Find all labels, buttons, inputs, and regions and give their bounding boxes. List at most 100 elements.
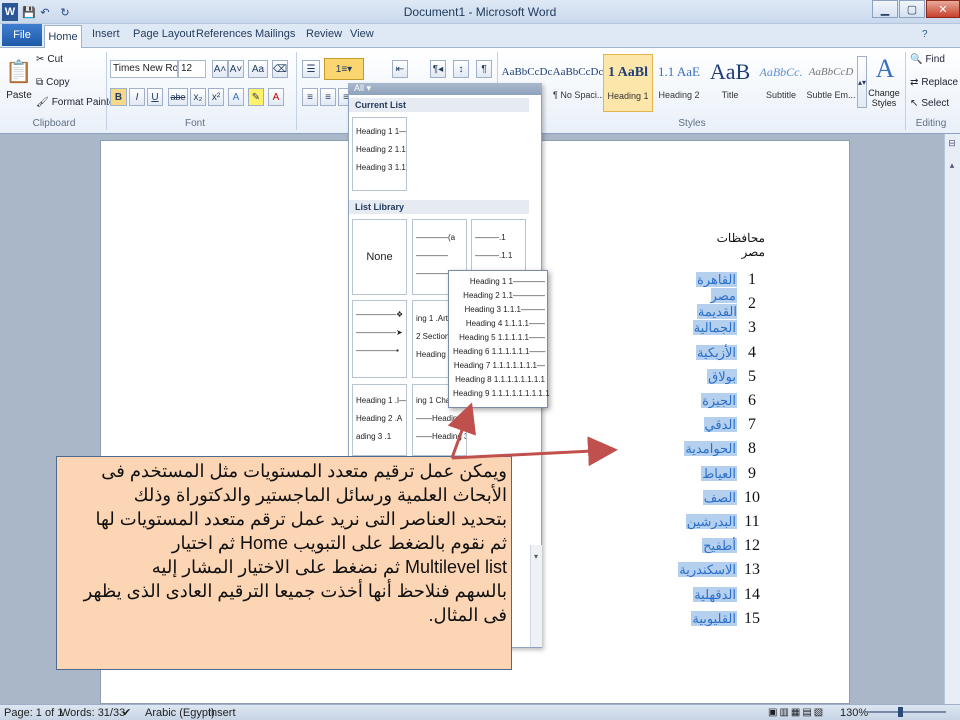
style-subtle-emphasis[interactable]: AaBbCcD Subtle Em... bbox=[806, 54, 856, 112]
replace-button[interactable]: ⇄ Replace bbox=[910, 77, 958, 88]
strikethrough-button[interactable]: abe bbox=[168, 88, 188, 106]
tab-mailings[interactable]: Mailings bbox=[255, 28, 295, 44]
selected-text: الحوامدية bbox=[684, 441, 737, 457]
align-center-icon[interactable]: ≡ bbox=[320, 88, 336, 106]
zoom-slider[interactable] bbox=[866, 711, 946, 713]
style-heading-2[interactable]: 1.1 AaE Heading 2 bbox=[654, 54, 704, 112]
list-library-item[interactable]: Heading 1 .I— Heading 2 .A ading 3 .1 bbox=[352, 384, 407, 456]
callout-line: Multilevel list ثم نضغط على الاختيار الم… bbox=[151, 557, 507, 577]
tab-view[interactable]: View bbox=[350, 28, 374, 44]
font-name-combo[interactable]: Times New Rom bbox=[110, 60, 178, 78]
text-effects-icon[interactable]: A bbox=[228, 88, 244, 106]
list-number: 2 bbox=[748, 295, 756, 313]
cut-button[interactable]: ✂ Cut bbox=[36, 54, 63, 65]
decrease-indent-icon[interactable]: ⇤ bbox=[392, 60, 408, 78]
change-styles-icon[interactable]: A bbox=[870, 54, 900, 84]
thumb-line: ——— .1 bbox=[475, 232, 506, 242]
tab-review[interactable]: Review bbox=[306, 28, 342, 44]
callout-line: بتحديد العناصر التى نريد عمل ترقم متعدد … bbox=[95, 509, 507, 529]
tab-page-layout[interactable]: Page Layout bbox=[133, 28, 195, 44]
subscript-button[interactable]: x₂ bbox=[190, 88, 206, 106]
list-item[interactable]: الجيزة 6 bbox=[667, 389, 777, 413]
copy-button[interactable]: ⧉ Copy bbox=[36, 77, 70, 88]
change-styles-label[interactable]: Change Styles bbox=[866, 88, 902, 108]
list-item[interactable]: الاسكندرية 13 bbox=[667, 558, 777, 582]
selected-text: الدقهلية bbox=[693, 586, 737, 602]
find-button[interactable]: 🔍 Find bbox=[910, 54, 945, 65]
thumb-line: ——— .1.1 bbox=[475, 250, 513, 260]
numbering-icon[interactable]: 1≡▾ bbox=[324, 58, 364, 80]
list-item[interactable]: أطفيح 12 bbox=[667, 534, 777, 558]
list-item[interactable]: الحوامدية 8 bbox=[667, 437, 777, 461]
superscript-button[interactable]: x² bbox=[208, 88, 224, 106]
tab-insert[interactable]: Insert bbox=[92, 28, 120, 44]
style-heading-1[interactable]: 1 AaBl Heading 1 bbox=[603, 54, 653, 112]
clear-formatting-icon[interactable]: ⌫ bbox=[272, 60, 288, 78]
scroll-up-icon[interactable]: ▴ bbox=[946, 160, 958, 172]
insert-mode[interactable]: Insert bbox=[208, 706, 236, 719]
font-size-combo[interactable]: 12 bbox=[178, 60, 206, 78]
list-item[interactable]: مصر القديمة 2 bbox=[667, 288, 777, 320]
list-item[interactable]: البدرشين 11 bbox=[667, 510, 777, 534]
file-tab[interactable]: File bbox=[2, 24, 42, 46]
list-item[interactable]: الدقهلية 14 bbox=[667, 582, 777, 606]
rtl-direction-icon[interactable]: ¶◂ bbox=[430, 60, 446, 78]
selected-text: القاهرة bbox=[696, 272, 737, 288]
change-case-button[interactable]: Aa bbox=[248, 60, 268, 78]
style-name: ¶ No Spaci... bbox=[553, 90, 603, 100]
copy-icon: ⧉ bbox=[36, 77, 44, 88]
list-item[interactable]: الدقي 7 bbox=[667, 413, 777, 437]
list-number: 9 bbox=[748, 464, 756, 482]
list-item[interactable]: العياط 9 bbox=[667, 462, 777, 486]
list-library-item[interactable]: —————❖ —————➤ —————▪ bbox=[352, 300, 407, 378]
current-list-item[interactable]: Heading 1 1— Heading 2 1.1 Heading 3 1.1… bbox=[352, 117, 407, 191]
list-item[interactable]: الصف 10 bbox=[667, 486, 777, 510]
maximize-button[interactable]: ▢ bbox=[899, 0, 925, 18]
close-button[interactable]: ✕ bbox=[926, 0, 960, 18]
highlight-icon[interactable]: ✎ bbox=[248, 88, 264, 106]
list-item[interactable]: بولاق 5 bbox=[667, 365, 777, 389]
ruler-toggle-icon[interactable]: ⊟ bbox=[946, 138, 958, 150]
underline-button[interactable]: U bbox=[147, 88, 163, 106]
numbered-list[interactable]: القاهرة 1 مصر القديمة 2 الجمالية 3 الأزبكية 4 بو… bbox=[667, 268, 777, 631]
style-no-spacing[interactable]: AaBbCcDc ¶ No Spaci... bbox=[553, 54, 603, 112]
sort-icon[interactable]: ↕ bbox=[453, 60, 469, 78]
selected-text: بولاق bbox=[707, 368, 737, 384]
list-item[interactable]: الأزبكية 4 bbox=[667, 341, 777, 365]
style-name: Heading 1 bbox=[607, 91, 649, 101]
shrink-font-button[interactable]: A˅ bbox=[228, 60, 244, 78]
menu-scroll-down-icon[interactable]: ▾ bbox=[530, 552, 542, 562]
italic-button[interactable]: I bbox=[129, 88, 145, 106]
bold-button[interactable]: B bbox=[110, 88, 127, 106]
window-title: Document1 - Microsoft Word bbox=[403, 5, 557, 19]
page-count[interactable]: Page: 1 of 1 bbox=[4, 706, 63, 719]
minimize-button[interactable]: ▁ bbox=[872, 0, 898, 18]
grow-font-button[interactable]: A˄ bbox=[212, 60, 228, 78]
select-button[interactable]: ↖ Select bbox=[910, 98, 949, 109]
view-buttons-icon[interactable]: ▣▥▦▤▧ bbox=[768, 706, 825, 719]
zoom-level[interactable]: 130% bbox=[840, 706, 868, 719]
clipboard-icon[interactable]: 📋 bbox=[5, 52, 32, 92]
tab-references[interactable]: References bbox=[196, 28, 252, 44]
word-count[interactable]: Words: 31/33 bbox=[60, 706, 125, 719]
list-item[interactable]: الجمالية 3 bbox=[667, 316, 777, 340]
paste-button[interactable]: Paste bbox=[6, 90, 32, 101]
help-icon[interactable]: ? bbox=[922, 29, 928, 40]
list-item[interactable]: القليوبية 15 bbox=[667, 607, 777, 631]
thumb-line: —— Heading 3 bbox=[416, 431, 467, 441]
list-library-none[interactable]: None bbox=[352, 219, 407, 295]
bullets-icon[interactable]: ☰ bbox=[302, 60, 320, 78]
vertical-scrollbar[interactable] bbox=[944, 134, 960, 704]
show-formatting-icon[interactable]: ¶ bbox=[476, 60, 492, 78]
replace-icon: ⇄ bbox=[910, 77, 919, 88]
style-title[interactable]: AaB Title bbox=[705, 54, 755, 112]
align-left-icon[interactable]: ≡ bbox=[302, 88, 318, 106]
tab-home[interactable]: Home bbox=[44, 25, 82, 48]
preview-line: Heading 9 1.1.1.1.1.1.1.1.1 bbox=[453, 389, 550, 398]
proofing-icon[interactable]: ✔ bbox=[122, 706, 131, 719]
language-indicator[interactable]: Arabic (Egypt) bbox=[145, 706, 215, 719]
zoom-slider-thumb[interactable] bbox=[898, 707, 903, 717]
style-subtitle[interactable]: AaBbCc. Subtitle bbox=[756, 54, 806, 112]
font-color-icon[interactable]: A bbox=[268, 88, 284, 106]
menu-filter[interactable]: All ▾ bbox=[348, 83, 542, 95]
